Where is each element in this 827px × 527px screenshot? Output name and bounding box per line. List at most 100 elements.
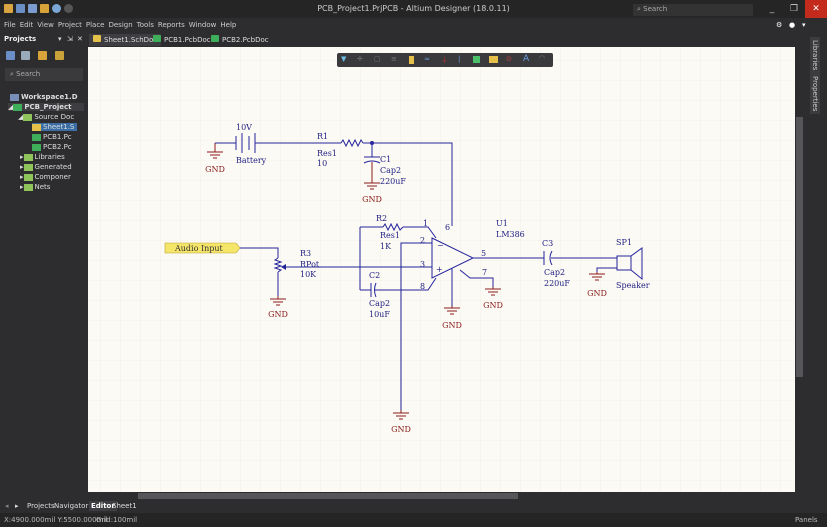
- tree-item-generated[interactable]: ▸ Generated: [20, 163, 72, 171]
- sheet-symbol-icon[interactable]: [473, 56, 480, 63]
- open-folder-icon[interactable]: [38, 51, 47, 60]
- tree-label: Workspace1.D: [21, 93, 78, 101]
- title-bar: PCB_Project1.PrjPCB - Altium Designer (1…: [0, 0, 827, 18]
- c2-designator: C2: [369, 271, 380, 280]
- menu-reports[interactable]: Reports: [158, 21, 185, 29]
- panel-close-button[interactable]: ✕: [77, 35, 83, 43]
- menu-window[interactable]: Window: [189, 21, 217, 29]
- project-search-input[interactable]: ⌕ Search: [5, 68, 83, 81]
- r1-value: 10: [317, 159, 327, 168]
- vertical-scroll-thumb[interactable]: [796, 117, 803, 377]
- tree-item-workspace[interactable]: Workspace1.D: [10, 93, 78, 101]
- power-port-icon[interactable]: ⏚: [441, 55, 448, 65]
- right-panel-bar: Libraries Properties: [805, 33, 827, 500]
- vertical-scrollbar[interactable]: [795, 47, 804, 492]
- gnd-label: GND: [442, 321, 462, 330]
- move-icon[interactable]: ✛: [357, 55, 363, 63]
- pcbdoc-icon: [32, 143, 41, 151]
- tree-label: Libraries: [34, 153, 65, 161]
- status-bar: X:4900.000mil Y:5500.000mil Grid:100mil …: [0, 513, 827, 527]
- projects-panel: ⌕ Search Workspace1.D ◢ PCB_Project ◢ Sour…: [0, 47, 88, 500]
- tree-item-nets[interactable]: ▸ Nets: [20, 183, 50, 191]
- menu-project[interactable]: Project: [58, 21, 82, 29]
- menu-place[interactable]: Place: [86, 21, 105, 29]
- schdoc-icon: [93, 35, 101, 42]
- libraries-panel-tab[interactable]: Libraries: [810, 37, 820, 74]
- c1-designator: C1: [380, 155, 391, 164]
- gnd-label: GND: [205, 165, 225, 174]
- tree-item-pcb2[interactable]: PCB2.Pc: [32, 143, 72, 151]
- menu-design[interactable]: Design: [108, 21, 132, 29]
- u1-designator: U1: [496, 219, 508, 228]
- panel-menu-button[interactable]: ▾: [58, 35, 62, 43]
- tab-projects[interactable]: Projects: [27, 502, 55, 510]
- pin-3-number: 3: [420, 260, 425, 269]
- project-options-icon[interactable]: [21, 51, 30, 60]
- pcbdoc-icon: [32, 133, 41, 141]
- tree-item-pcb-project[interactable]: ◢ PCB_Project: [8, 103, 84, 111]
- folder-icon: [23, 163, 33, 171]
- tree-label: Nets: [34, 183, 51, 191]
- folder-icon[interactable]: [55, 51, 64, 60]
- tab-sheet1[interactable]: Sheet1: [112, 502, 137, 510]
- wire-icon[interactable]: ≈: [424, 55, 430, 63]
- menu-bar: File Edit View Project Place Design Tools Repor…: [0, 18, 827, 32]
- save-project-icon[interactable]: [6, 51, 15, 60]
- align-icon[interactable]: ≡: [391, 55, 397, 63]
- tab-pcb2-pcbdoc[interactable]: PCB2.PcbDoc: [207, 34, 273, 46]
- c1-comment: Cap2: [380, 166, 401, 175]
- horizontal-scroll-thumb[interactable]: [138, 493, 518, 499]
- audio-input-port[interactable]: Audio Input: [164, 242, 241, 254]
- minimize-button[interactable]: _: [761, 0, 783, 18]
- scroll-left-icon[interactable]: ◂: [5, 502, 9, 510]
- menu-view[interactable]: View: [37, 21, 54, 29]
- cursor-coordinates: X:4900.000mil Y:5500.000mil: [4, 516, 108, 524]
- notifications-bell-icon[interactable]: ●: [789, 18, 795, 32]
- menu-file[interactable]: File: [4, 21, 16, 29]
- menu-tools[interactable]: Tools: [137, 21, 154, 29]
- filter-icon[interactable]: ▼: [341, 55, 346, 63]
- restore-button[interactable]: ❐: [783, 0, 805, 18]
- r2-designator: R2: [376, 214, 387, 223]
- tab-navigator[interactable]: Navigator: [54, 502, 88, 510]
- r3-designator: R3: [300, 249, 311, 258]
- tree-item-components[interactable]: ▸ Componer: [20, 173, 71, 181]
- settings-gear-icon[interactable]: ⚙: [776, 18, 782, 32]
- sp1-designator: SP1: [616, 238, 632, 247]
- c3-designator: C3: [542, 239, 553, 248]
- panel-pin-button[interactable]: ⇲: [67, 35, 73, 43]
- folder-icon: [23, 173, 33, 181]
- tab-label: PCB2.PcbDoc: [222, 36, 269, 44]
- c3-value: 220uF: [544, 279, 570, 288]
- menu-edit[interactable]: Edit: [20, 21, 34, 29]
- select-rect-icon[interactable]: ▢: [374, 55, 381, 63]
- tree-item-source-documents[interactable]: ◢ Source Doc: [18, 113, 74, 121]
- tree-label: Generated: [34, 163, 72, 171]
- global-search-input[interactable]: ⌕ Search: [633, 4, 753, 16]
- harness-icon[interactable]: |: [458, 55, 460, 63]
- text-icon[interactable]: A: [523, 54, 529, 64]
- tree-item-pcb1[interactable]: PCB1.Pc: [32, 133, 72, 141]
- close-button[interactable]: ✕: [805, 0, 827, 18]
- arc-icon[interactable]: ◠: [539, 54, 545, 62]
- gnd-label: GND: [362, 195, 382, 204]
- properties-panel-tab[interactable]: Properties: [810, 73, 820, 115]
- pin-5-number: 5: [481, 249, 486, 258]
- tree-item-libraries[interactable]: ▸ Libraries: [20, 153, 65, 161]
- tree-item-sheet1[interactable]: Sheet1.S: [32, 123, 78, 131]
- folder-icon: [23, 183, 33, 191]
- gnd-label: GND: [587, 289, 607, 298]
- horizontal-scrollbar[interactable]: [88, 492, 795, 500]
- user-account-icon[interactable]: ▾: [802, 18, 806, 32]
- pin-8-number: 8: [420, 282, 425, 291]
- schematic-canvas[interactable]: GND 10V Battery R1 Res1 10 C1 Cap2 220uF…: [88, 47, 795, 492]
- menu-help[interactable]: Help: [220, 21, 236, 29]
- scroll-right-icon[interactable]: ▸: [15, 502, 19, 510]
- projects-panel-title: Projects: [4, 35, 37, 43]
- tree-label: PCB_Project: [24, 103, 72, 111]
- r2-value: 1K: [380, 242, 392, 251]
- port-icon[interactable]: [489, 56, 498, 63]
- directive-icon[interactable]: ⊙: [506, 55, 512, 63]
- panels-button[interactable]: Panels: [795, 513, 818, 527]
- place-part-icon[interactable]: [409, 56, 414, 64]
